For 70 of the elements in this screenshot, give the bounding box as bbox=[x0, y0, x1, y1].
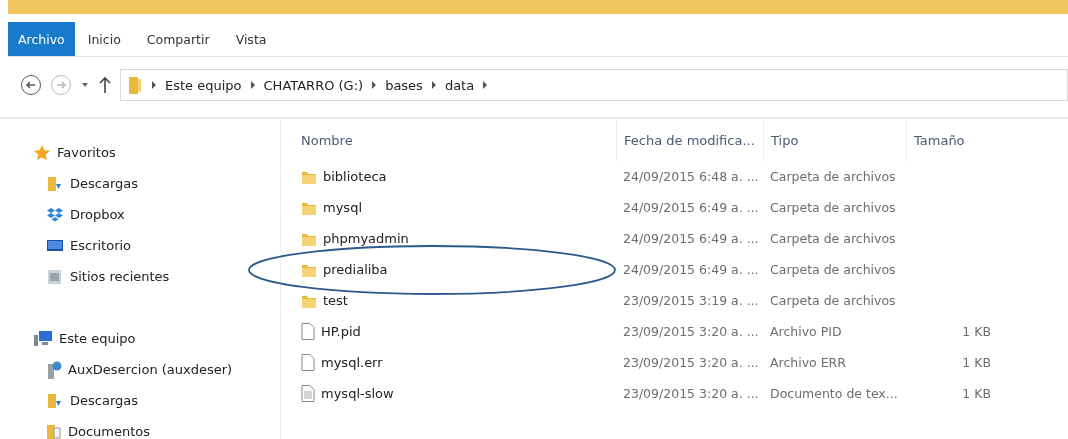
download-folder-icon bbox=[46, 174, 64, 193]
table-cell-text: Documento de tex... bbox=[769, 386, 899, 401]
chevron-icon bbox=[430, 81, 437, 89]
table-cell-text: 23/09/2015 3:20 a. ... bbox=[622, 355, 760, 370]
file-name[interactable]: phpmyadmin bbox=[301, 230, 616, 247]
column-header[interactable]: Fecha de modifica... bbox=[616, 119, 763, 161]
file-name[interactable]: predialiba bbox=[301, 261, 616, 278]
sidebar-item[interactable]: Descargas bbox=[0, 385, 280, 416]
ribbon-tab[interactable]: Compartir bbox=[133, 22, 223, 56]
table-cell-text: Carpeta de archivos bbox=[769, 231, 897, 246]
file-name[interactable]: biblioteca bbox=[301, 168, 616, 185]
folder-icon bbox=[127, 75, 143, 95]
chevron-icon bbox=[249, 81, 256, 89]
file-icon bbox=[301, 323, 315, 340]
table-cell-text: Archivo ERR bbox=[769, 355, 847, 370]
sidebar-item[interactable]: Sitios recientes bbox=[0, 261, 280, 292]
computer-icon bbox=[33, 329, 53, 348]
table-cell-text: 23/09/2015 3:20 a. ... bbox=[622, 386, 760, 401]
breadcrumb[interactable]: bases bbox=[385, 77, 423, 93]
breadcrumb[interactable]: Este equipo bbox=[165, 77, 242, 93]
sidebar-item[interactable]: Descargas bbox=[0, 168, 280, 199]
sidebar-item[interactable]: Este equipo bbox=[0, 323, 280, 354]
table-cell-text: Carpeta de archivos bbox=[769, 262, 897, 277]
file-icon bbox=[301, 354, 315, 371]
file-name[interactable]: test bbox=[301, 292, 616, 309]
up-arrow-icon[interactable] bbox=[98, 76, 112, 94]
file-name[interactable]: mysql-slow bbox=[301, 385, 616, 402]
table-cell-text: 24/09/2015 6:49 a. ... bbox=[622, 200, 760, 215]
table-cell-text: 24/09/2015 6:48 a. ... bbox=[622, 169, 760, 184]
column-header[interactable]: Nombre bbox=[301, 119, 616, 161]
dropbox-icon bbox=[46, 206, 64, 223]
breadcrumb[interactable]: data bbox=[444, 77, 475, 93]
recent-places-icon bbox=[46, 267, 64, 286]
table-cell-text: 1 KB bbox=[961, 324, 991, 339]
back-button[interactable] bbox=[20, 74, 42, 96]
file-name[interactable]: HP.pid bbox=[301, 323, 616, 340]
chevron-icon bbox=[371, 81, 378, 89]
chevron-icon bbox=[482, 81, 489, 89]
sidebar-item[interactable]: Favoritos bbox=[0, 137, 280, 168]
table-cell-text: Carpeta de archivos bbox=[769, 169, 897, 184]
column-header[interactable]: Tamaño bbox=[906, 119, 991, 161]
table-cell-text: Archivo PID bbox=[769, 324, 843, 339]
star-icon bbox=[33, 143, 51, 162]
chevron-icon bbox=[151, 81, 157, 89]
table-cell-text: Carpeta de archivos bbox=[769, 293, 897, 308]
table-cell-text: 23/09/2015 3:20 a. ... bbox=[622, 324, 760, 339]
ribbon-tab[interactable]: Inicio bbox=[74, 22, 134, 56]
sidebar-item[interactable]: Escritorio bbox=[0, 230, 280, 261]
sidebar-item[interactable]: Dropbox bbox=[0, 199, 280, 230]
ribbon-tab[interactable]: Archivo bbox=[8, 22, 75, 56]
sidebar-item[interactable]: AuxDesercion (auxdeser) bbox=[0, 354, 280, 385]
address-bar[interactable]: Este equipo CHATARRO (G:) bases data bbox=[120, 69, 1068, 101]
table-cell-text: 24/09/2015 6:49 a. ... bbox=[622, 231, 760, 246]
column-header[interactable]: Tipo bbox=[763, 119, 906, 161]
text-file-icon bbox=[301, 385, 315, 402]
table-cell-text: 1 KB bbox=[961, 386, 991, 401]
table-cell-text: Carpeta de archivos bbox=[769, 200, 897, 215]
desktop-icon bbox=[46, 237, 64, 254]
ribbon-tab[interactable]: Vista bbox=[222, 22, 280, 56]
sidebar-item[interactable]: Documentos bbox=[0, 416, 280, 439]
breadcrumb[interactable]: CHATARRO (G:) bbox=[263, 77, 364, 93]
dropdown-icon[interactable] bbox=[80, 81, 90, 89]
table-cell-text: 24/09/2015 6:49 a. ... bbox=[622, 262, 760, 277]
table-cell-text: 23/09/2015 3:19 a. ... bbox=[622, 293, 760, 308]
file-name[interactable]: mysql.err bbox=[301, 354, 616, 371]
documents-folder-icon bbox=[46, 422, 62, 439]
network-drive-icon bbox=[46, 359, 62, 380]
table-cell-text: 1 KB bbox=[961, 355, 991, 370]
file-name[interactable]: mysql bbox=[301, 199, 616, 216]
download-folder-icon bbox=[46, 391, 64, 410]
